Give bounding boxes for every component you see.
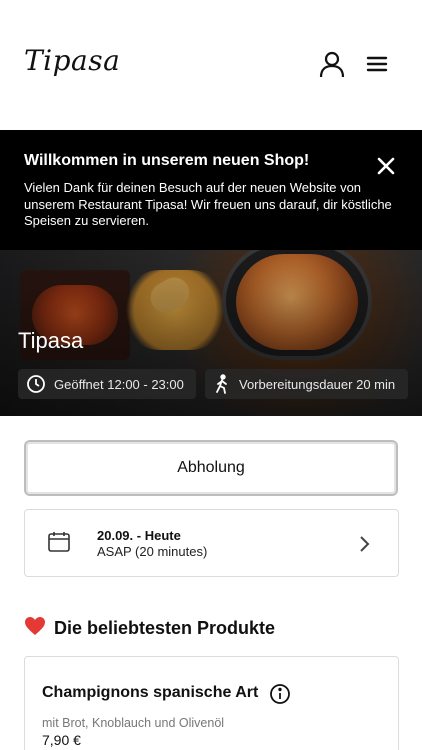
banner-title: Willkommen in unserem neuen Shop! [24,152,310,169]
clock-icon [27,375,45,393]
product-name: Champignons spanische Art [42,684,259,701]
date-sub: ASAP (20 minutes) [97,544,208,559]
preparation-time-text: Vorbereitungsdauer 20 min [239,376,396,392]
date-main: 20.09. - Heute [97,528,181,543]
product-card[interactable]: Champignons spanische Art mit Brot, Knob… [24,656,399,750]
user-icon[interactable] [318,50,346,78]
restaurant-name: Tipasa [18,328,84,353]
pickup-label: Abholung [177,459,245,476]
opening-hours-text: Geöffnet 12:00 - 23:00 [54,376,184,392]
hamburger-menu-icon[interactable] [364,50,392,78]
opening-hours-chip: Geöffnet 12:00 - 23:00 [18,369,196,399]
calendar-icon [47,530,71,559]
heart-icon [24,616,46,641]
site-header: Tipasa [0,0,422,130]
welcome-banner: Willkommen in unserem neuen Shop! Vielen… [0,130,422,250]
banner-text: Vielen Dank für deinen Besuch auf der ne… [24,180,392,228]
section-title-text: Die beliebtesten Produkte [54,618,276,638]
hero-image: Tipasa Geöffnet 12:00 - 23:00 Vorbereitu… [0,250,422,416]
close-icon[interactable] [374,154,398,178]
date-selector[interactable]: 20.09. - Heute ASAP (20 minutes) [24,509,399,577]
section-title: Die beliebtesten Produkte [24,616,275,641]
logo[interactable]: Tipasa [24,44,120,77]
product-price: 7,90 € [42,732,81,748]
walking-person-icon [216,374,227,394]
pickup-button[interactable]: Abholung [24,440,398,496]
preparation-time-chip: Vorbereitungsdauer 20 min [205,369,408,399]
info-icon[interactable] [269,683,291,710]
product-description: mit Brot, Knoblauch und Olivenöl [42,716,225,730]
chevron-right-icon [357,534,371,559]
